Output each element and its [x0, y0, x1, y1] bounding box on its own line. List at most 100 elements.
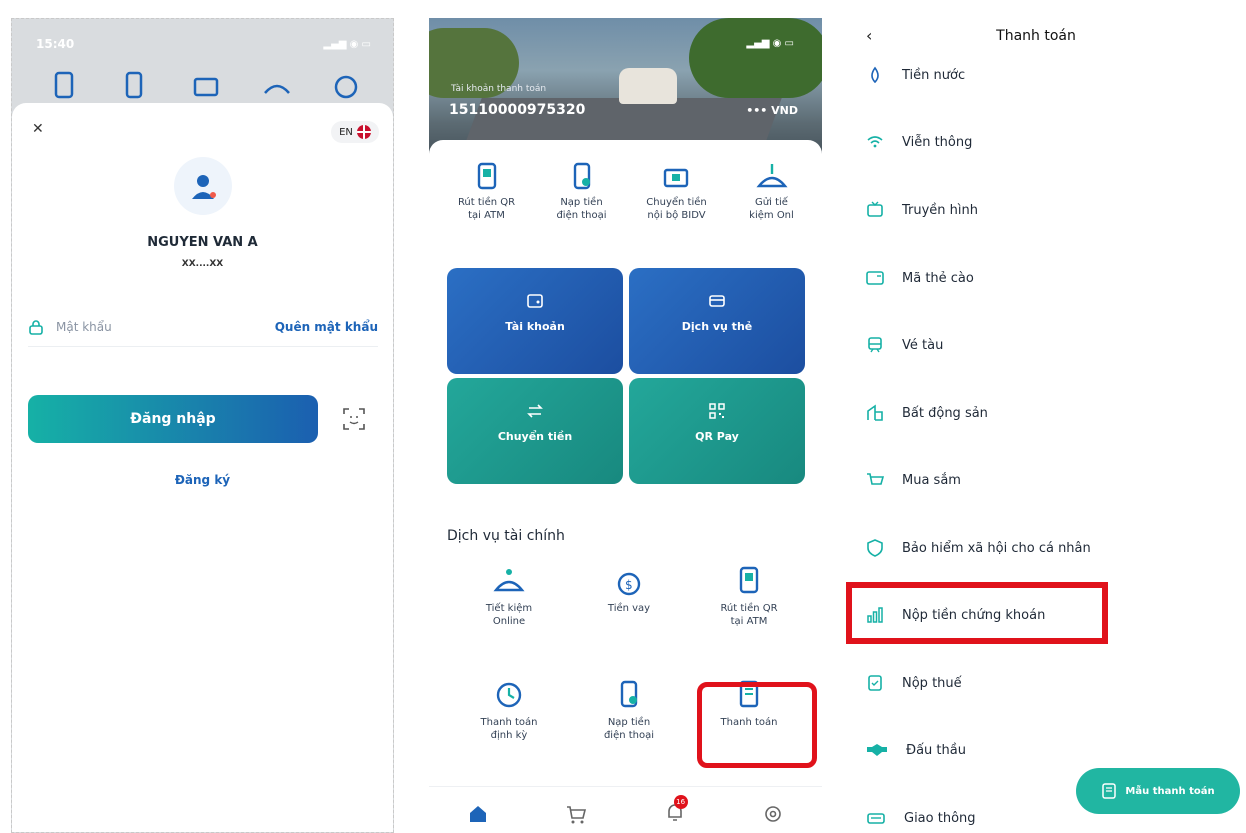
main-tiles: Tài khoản Dịch vụ thẻ Chuyển tiền QR Pay — [447, 268, 805, 484]
close-icon[interactable]: ✕ — [32, 121, 44, 137]
service-atm-qr[interactable]: Rút tiền QR tại ATM — [699, 566, 799, 628]
status-time: 15:40 — [36, 37, 75, 51]
user-id-masked: XX....XX — [181, 259, 224, 269]
quick-action-label: Nạp tiền điện thoại — [556, 197, 607, 221]
service-phone-topup[interactable]: Nạp tiền điện thoại — [579, 680, 679, 742]
payment-screen: ‹ Thanh toán Tiền nước Viễn thông Truyền… — [846, 18, 1246, 833]
service-loan[interactable]: $ Tiền vay — [579, 566, 679, 615]
bottom-nav: 16 — [429, 786, 822, 833]
payment-item-telecom[interactable]: Viễn thông — [866, 127, 972, 157]
tile-label: Chuyển tiền — [497, 430, 573, 443]
payment-item-real-estate[interactable]: Bất động sản — [866, 398, 988, 428]
payment-item-tax[interactable]: Nộp thuế — [866, 668, 962, 698]
face-id-icon[interactable] — [342, 407, 366, 431]
savings-icon — [755, 164, 788, 188]
payment-item-label: Bảo hiểm xã hội cho cá nhân — [902, 540, 1091, 556]
transfer-internal-icon — [191, 71, 219, 101]
login-button[interactable]: Đăng nhập — [28, 395, 318, 443]
template-doc-icon — [1102, 783, 1117, 799]
quick-action-savings[interactable]: Gửi tiế kiệm Onl — [724, 162, 819, 222]
home-content: Rút tiền QR tại ATM Nạp tiền điện thoại … — [429, 140, 822, 833]
password-placeholder: Mật khẩu — [56, 319, 112, 334]
status-signal-icon: ▂▄▆ ◉ ▭ — [746, 38, 794, 49]
tile-card-service[interactable]: Dịch vụ thẻ — [629, 268, 805, 374]
service-label: Tiết kiệm Online — [485, 603, 533, 627]
service-label: Nạp tiền điện thoại — [603, 717, 655, 741]
gear-icon[interactable] — [762, 803, 784, 825]
quick-action-label: Chuyển tiền nội bộ BIDV — [646, 197, 707, 221]
phone-topup-icon — [121, 71, 149, 101]
payment-item-water[interactable]: Tiền nước — [866, 60, 965, 90]
account-label: Tài khoản thanh toán — [451, 84, 547, 94]
tile-label: Tài khoản — [505, 320, 565, 333]
forgot-password-link[interactable]: Quên mật khẩu — [275, 320, 378, 334]
balance-hidden[interactable]: ••• VND — [746, 104, 798, 117]
account-number[interactable]: 15110000975320 — [449, 102, 585, 118]
tile-qr-pay[interactable]: QR Pay — [629, 378, 805, 484]
lock-icon — [29, 319, 43, 335]
status-signal-icon: ▂▄▆ ◉ ▭ — [323, 39, 371, 50]
payment-item-label: Vé tàu — [902, 337, 944, 353]
register-link[interactable]: Đăng ký — [12, 473, 393, 487]
quick-actions: Rút tiền QR tại ATM Nạp tiền điện thoại … — [439, 162, 819, 222]
payment-item-tv[interactable]: Truyền hình — [866, 195, 978, 225]
quick-action-transfer-internal[interactable]: Chuyển tiền nội bộ BIDV — [629, 162, 724, 222]
language-switch[interactable]: EN — [331, 121, 379, 143]
payment-template-button[interactable]: Mẫu thanh toán — [1076, 768, 1240, 814]
shield-icon — [867, 539, 883, 557]
highlight-box-payment — [697, 682, 817, 768]
service-recurring-payment[interactable]: Thanh toán định kỳ — [459, 680, 559, 742]
recurring-payment-icon — [496, 682, 522, 708]
home-screen: ▂▄▆ ◉ ▭ Tài khoản thanh toán 15110000975… — [429, 18, 822, 833]
avatar — [174, 157, 232, 215]
tile-account[interactable]: Tài khoản — [447, 268, 623, 374]
payment-item-traffic[interactable]: Giao thông — [866, 803, 976, 833]
dimmed-quick-actions — [50, 71, 360, 101]
payment-item-train-ticket[interactable]: Vé tàu — [866, 330, 943, 360]
highlight-box-securities — [846, 582, 1108, 644]
notification-button[interactable]: 16 — [664, 794, 688, 827]
password-field[interactable]: Mật khẩu Quên mật khẩu — [28, 307, 378, 347]
payment-item-label: Viễn thông — [902, 134, 973, 150]
payment-item-bidding[interactable]: Đấu thầu — [866, 735, 966, 765]
payment-item-shopping[interactable]: Mua sắm — [866, 465, 961, 495]
phone-topup-icon — [620, 680, 638, 708]
tax-doc-icon — [868, 675, 882, 691]
service-label: Tiền vay — [607, 603, 651, 614]
uk-flag-icon — [356, 125, 371, 139]
service-savings-online[interactable]: Tiết kiệm Online — [459, 566, 559, 628]
loan-icon — [332, 71, 360, 101]
notification-badge: 16 — [673, 794, 688, 809]
atm-qr-icon — [50, 71, 78, 101]
transfer-internal-icon — [663, 168, 688, 188]
scratch-card-icon — [866, 271, 884, 285]
building-icon — [867, 404, 883, 421]
card-icon — [709, 295, 725, 307]
payment-item-label: Đấu thầu — [906, 742, 966, 758]
quick-action-label: Gửi tiế kiệm Onl — [749, 197, 794, 221]
phone-topup-icon — [573, 162, 590, 190]
tile-label: Dịch vụ thẻ — [681, 320, 753, 333]
payment-item-label: Nộp thuế — [902, 675, 962, 691]
qr-icon — [709, 403, 725, 419]
wallet-icon — [527, 294, 543, 308]
home-icon[interactable] — [467, 803, 489, 825]
service-label: Rút tiền QR tại ATM — [720, 603, 778, 627]
login-sheet: ✕ EN NGUYEN VAN A XX....XX Mật khẩu Quên… — [12, 103, 393, 832]
quick-action-phone-topup[interactable]: Nạp tiền điện thoại — [534, 162, 629, 222]
payment-item-label: Giao thông — [904, 810, 976, 826]
atm-qr-icon — [739, 566, 759, 594]
payment-item-scratch-card[interactable]: Mã thẻ cào — [866, 263, 974, 293]
train-icon — [868, 337, 882, 353]
payment-item-label: Bất động sản — [902, 405, 988, 421]
quick-action-label: Rút tiền QR tại ATM — [457, 197, 516, 221]
payment-item-social-insurance[interactable]: Bảo hiểm xã hội cho cá nhân — [866, 533, 1091, 563]
money-bag-icon: $ — [617, 572, 641, 596]
quick-action-atm-qr[interactable]: Rút tiền QR tại ATM — [439, 162, 534, 222]
savings-icon — [493, 569, 525, 592]
login-screen: 15:40 ▂▄▆ ◉ ▭ ✕ EN NGUYEN VAN A XX....XX… — [11, 18, 394, 833]
cart-icon[interactable] — [565, 803, 587, 825]
tile-transfer[interactable]: Chuyển tiền — [447, 378, 623, 484]
page-title: Thanh toán — [996, 28, 1076, 44]
savings-icon — [262, 71, 290, 101]
